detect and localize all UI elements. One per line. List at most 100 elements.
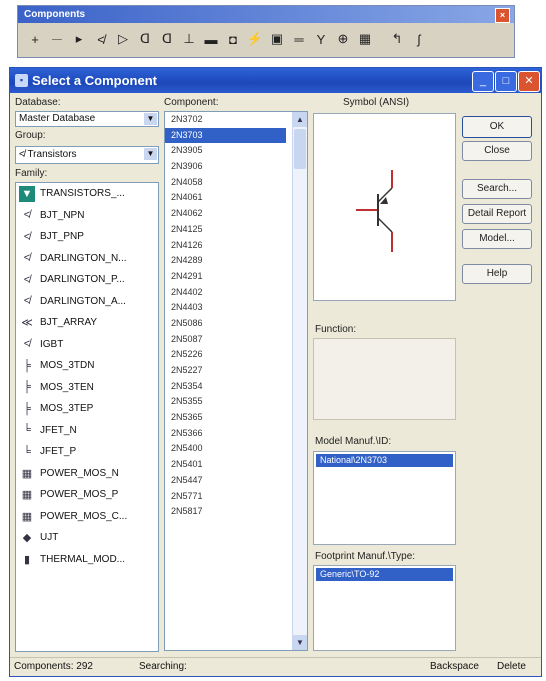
component-list[interactable]: 2N3702 2N3703 2N3905 2N3906 2N4058 2N4061 2N40… (164, 111, 308, 651)
component-item[interactable]: 2N3905 (165, 143, 307, 159)
family-item-label: THERMAL_MOD... (40, 553, 126, 565)
family-icon: ▦ (21, 467, 33, 480)
component-item[interactable]: 2N5087 (165, 332, 307, 348)
component-item[interactable]: 2N3906 (165, 159, 307, 175)
chevron-down-icon[interactable]: ▼ (144, 113, 157, 125)
component-item[interactable]: 2N4061 (165, 190, 307, 206)
component-item[interactable]: 2N5447 (165, 473, 307, 489)
ok-button[interactable]: OK (462, 116, 532, 138)
component-item[interactable]: 2N5400 (165, 441, 307, 457)
component-item[interactable]: 2N5227 (165, 363, 307, 379)
footprint-label: Footprint Manuf.\Type: (315, 551, 416, 562)
component-items: 2N3702 2N3703 2N3905 2N3906 2N4058 2N4061 2N40… (165, 112, 307, 520)
component-item[interactable]: 2N5817 (165, 504, 307, 520)
family-item-label: POWER_MOS_C... (40, 510, 128, 522)
maximize-button[interactable]: □ (495, 71, 517, 92)
minimize-button[interactable]: _ (472, 71, 494, 92)
diode-icon[interactable]: ▸ (68, 28, 90, 50)
toolbar-titlebar[interactable]: Components × (18, 6, 514, 23)
component-item[interactable]: 2N4403 (165, 300, 307, 316)
misc-digital-icon[interactable]: ⊥ (178, 28, 200, 50)
scroll-down-icon[interactable]: ▼ (293, 635, 307, 650)
help-button[interactable]: Help (462, 264, 532, 284)
misc-icon[interactable]: ▣ (266, 28, 288, 50)
component-label: Component: (164, 97, 219, 108)
family-item[interactable]: ▦ POWER_MOS_P (16, 484, 158, 506)
basic-icon[interactable]: ⏤ (46, 28, 68, 50)
family-item[interactable]: ▼ TRANSISTORS_... (16, 183, 158, 205)
power-icon[interactable]: ⚡ (244, 28, 266, 50)
analog-icon[interactable]: ▷ (112, 28, 134, 50)
scroll-up-icon[interactable]: ▲ (293, 112, 307, 127)
component-item[interactable]: 2N4125 (165, 222, 307, 238)
bus-icon[interactable]: ʃ (408, 28, 430, 50)
family-item[interactable]: ≮ DARLINGTON_N... (16, 248, 158, 270)
toolbar-close-button[interactable]: × (495, 8, 510, 23)
model-item[interactable]: National\2N3703 (316, 454, 453, 467)
family-item[interactable]: ╞ MOS_3TEP (16, 398, 158, 420)
search-button[interactable]: Search... (462, 179, 532, 199)
component-item[interactable]: 2N5226 (165, 347, 307, 363)
family-item[interactable]: ▦ POWER_MOS_N (16, 463, 158, 485)
group-dropdown[interactable]: ≮ Transistors ▼ (15, 146, 159, 164)
footprint-list[interactable]: Generic\TO-92 (313, 565, 456, 651)
database-value: Master Database (19, 113, 96, 124)
component-item[interactable]: 2N5354 (165, 379, 307, 395)
hierarchy-icon[interactable]: ↰ (386, 28, 408, 50)
close-button[interactable]: Close (462, 141, 532, 161)
advanced-periph-icon[interactable]: ═ (288, 28, 310, 50)
model-label: Model Manuf.\ID: (315, 436, 392, 447)
electromech-icon[interactable]: ⊕ (332, 28, 354, 50)
family-item-label: DARLINGTON_N... (40, 252, 127, 264)
family-item[interactable]: ╞ MOS_3TDN (16, 355, 158, 377)
component-item[interactable]: 2N5366 (165, 426, 307, 442)
close-icon[interactable]: ✕ (518, 71, 540, 92)
family-icon: ◆ (22, 532, 32, 545)
component-item[interactable]: 2N4058 (165, 175, 307, 191)
component-item[interactable]: 2N5401 (165, 457, 307, 473)
family-item[interactable]: ≮ IGBT (16, 334, 158, 356)
mixed-icon[interactable]: ▬ (200, 28, 222, 50)
component-item[interactable]: 2N3703 (165, 127, 286, 144)
component-item[interactable]: 2N5355 (165, 394, 307, 410)
transistor-icon[interactable]: ≮ (90, 28, 112, 50)
component-item[interactable]: 2N5771 (165, 489, 307, 505)
family-item[interactable]: ◆ UJT (16, 527, 158, 549)
indicator-icon[interactable]: ◘ (222, 28, 244, 50)
family-item[interactable]: ≮ DARLINGTON_A... (16, 291, 158, 313)
footprint-item[interactable]: Generic\TO-92 (316, 568, 453, 581)
source-icon[interactable]: + (24, 28, 46, 50)
model-list[interactable]: National\2N3703 (313, 451, 456, 545)
cmos-icon[interactable]: ᗡ (156, 28, 178, 50)
family-item[interactable]: ≮ BJT_PNP (16, 226, 158, 248)
family-item[interactable]: ▮ THERMAL_MOD... (16, 549, 158, 571)
detail-report-button[interactable]: Detail Report (462, 204, 532, 224)
model-button[interactable]: Model... (462, 229, 532, 249)
component-item[interactable]: 2N5365 (165, 410, 307, 426)
component-item[interactable]: 2N4402 (165, 285, 307, 301)
component-item[interactable]: 2N4291 (165, 269, 307, 285)
family-item[interactable]: ╞ MOS_3TEN (16, 377, 158, 399)
component-item[interactable]: 2N4126 (165, 238, 307, 254)
scroll-thumb[interactable] (294, 129, 306, 169)
component-item[interactable]: 2N3702 (165, 112, 307, 128)
family-list[interactable]: ▼ TRANSISTORS_... ≮ BJT_NPN ≮ BJT_PNP ≮ DARLING… (15, 182, 159, 652)
family-icon: ╘ (23, 424, 31, 437)
rf-icon[interactable]: Y (310, 28, 332, 50)
component-item[interactable]: 2N5086 (165, 316, 307, 332)
component-item[interactable]: 2N4289 (165, 253, 307, 269)
component-scrollbar[interactable]: ▲ ▼ (292, 112, 307, 650)
family-item[interactable]: ╘ JFET_N (16, 420, 158, 442)
family-item[interactable]: ▦ POWER_MOS_C... (16, 506, 158, 528)
component-item[interactable]: 2N4062 (165, 206, 307, 222)
family-item[interactable]: ≮ DARLINGTON_P... (16, 269, 158, 291)
family-item[interactable]: ≮ BJT_NPN (16, 205, 158, 227)
chevron-down-icon[interactable]: ▼ (144, 148, 157, 160)
mcu-icon[interactable]: ▦ (354, 28, 376, 50)
components-toolbar: Components × + ⏤ ▸ ≮ ▷ ᗡ ᗡ ⊥ ▬ ◘ ⚡ ▣ ═ Y ⊕ ▦ ↰ ʃ (17, 5, 515, 58)
family-item[interactable]: ≪ BJT_ARRAY (16, 312, 158, 334)
database-dropdown[interactable]: Master Database ▼ (15, 111, 159, 127)
family-item[interactable]: ╘ JFET_P (16, 441, 158, 463)
dialog-titlebar[interactable]: ▪ Select a Component _ □ ✕ (10, 68, 541, 93)
ttl-icon[interactable]: ᗡ (134, 28, 156, 50)
